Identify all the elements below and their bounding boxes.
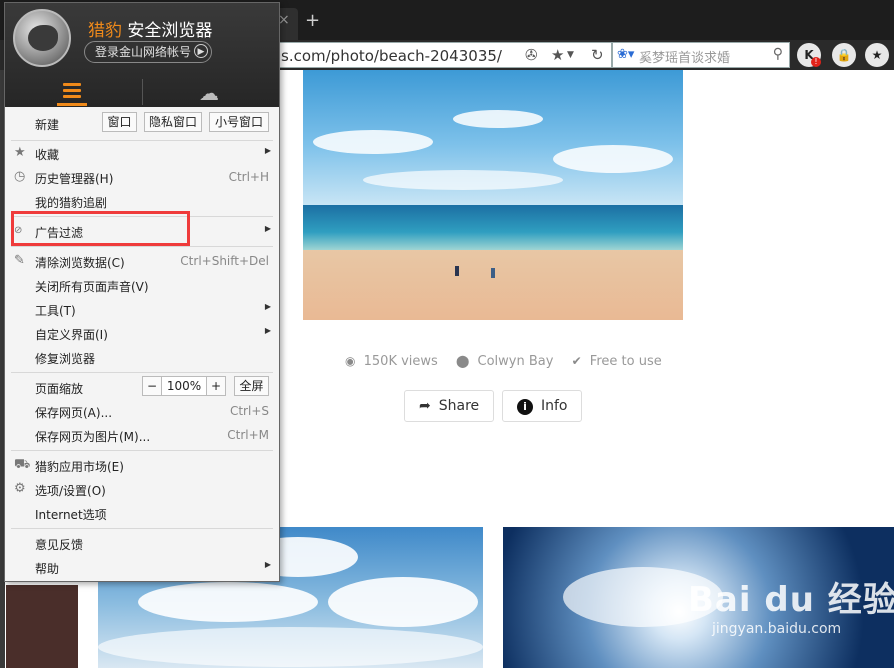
menu-item-clear-data[interactable]: ✎ 清除浏览数据(C) Ctrl+Shift+Del [5,249,279,273]
new-tab-button[interactable]: + [305,10,320,31]
menu-item-my-shows[interactable]: 我的猎豹追剧 [5,189,279,213]
cart-icon: ⛟ [14,457,31,472]
search-box[interactable]: ❀▾ 奚梦瑶首谈求婚 ⚲ [612,42,790,68]
menu-header: 猎豹 安全浏览器 登录金山网络帐号 ▶ ☁ [5,3,279,107]
location-text[interactable]: Colwyn Bay [478,354,554,369]
new-window-button[interactable]: 窗口 [102,112,137,132]
active-tab-indicator [57,103,87,106]
divider [142,79,143,105]
star-icon[interactable]: ★ [551,46,564,64]
menu-item-save-image[interactable]: 保存网页为图片(M)... Ctrl+M [5,423,279,447]
submenu-arrow-icon: ▶ [264,146,271,155]
menu-item-options[interactable]: ⚙ 选项/设置(O) [5,477,279,501]
fan-icon[interactable]: ✇ [525,46,538,64]
chevron-down-icon[interactable]: ▼ [567,50,574,60]
clock-icon: ◷ [14,169,26,184]
refresh-icon[interactable]: ↻ [591,46,604,64]
menu-item-feedback[interactable]: 意见反馈 [5,531,279,555]
login-button[interactable]: 登录金山网络帐号 ▶ [84,41,212,63]
baidu-paw-icon[interactable]: ❀▾ [617,47,634,62]
license-text[interactable]: Free to use [590,354,662,369]
menu-item-save-page[interactable]: 保存网页(A)... Ctrl+S [5,399,279,423]
broom-icon: ✎ [14,253,25,268]
views-count: 150K views [363,354,438,369]
zoom-in-button[interactable]: + [206,376,226,396]
browser-main-menu: 猎豹 安全浏览器 登录金山网络帐号 ▶ ☁ 新建 窗口 隐私窗口 小号窗口 ★ … [4,2,280,582]
divider [11,246,273,247]
submenu-arrow-icon: ▶ [264,302,271,311]
divider [11,528,273,529]
zoom-level: 100% [161,376,207,396]
menu-item-internet-options[interactable]: Internet选项 [5,501,279,525]
beach-photo[interactable] [303,70,683,320]
new-small-window-button[interactable]: 小号窗口 [209,112,269,132]
search-input[interactable]: 奚梦瑶首谈求婚 [639,47,730,66]
menu-item-mute-all[interactable]: 关闭所有页面声音(V) [5,273,279,297]
submenu-arrow-icon: ▶ [264,560,271,569]
brand-title: 猎豹 安全浏览器 [88,21,213,41]
watermark-text: Bai du 经验 [688,580,894,620]
info-button[interactable]: i Info [502,390,582,422]
check-circle-icon: ✔ [571,354,582,368]
info-icon: i [517,399,533,415]
cloud-upload-icon[interactable]: ☁ [199,81,219,105]
menu-item-app-market[interactable]: ⛟ 猎豹应用市场(E) [5,453,279,477]
submenu-arrow-icon: ▶ [264,224,271,233]
fullscreen-button[interactable]: 全屏 [234,376,269,396]
hamburger-menu-icon[interactable] [63,83,81,98]
divider [11,450,273,451]
highlight-annotation [11,211,190,246]
share-label: Share [438,398,480,414]
info-label: Info [541,398,568,414]
divider [11,372,273,373]
bookmark-star-icon[interactable]: ★ [865,43,889,67]
zoom-out-button[interactable]: − [142,376,162,396]
cheetah-logo-icon[interactable] [13,9,71,67]
search-icon[interactable]: ⚲ [773,46,783,62]
submenu-arrow-icon: ▶ [264,326,271,335]
menu-item-favorites[interactable]: ★ 收藏 ▶ [5,141,279,165]
lock-icon[interactable]: 🔒 [832,43,856,67]
watermark-url: jingyan.baidu.com [712,621,842,637]
share-icon: ➦ [419,398,431,414]
new-private-window-button[interactable]: 隐私窗口 [144,112,202,132]
notification-badge: ! [811,57,821,67]
menu-item-tools[interactable]: 工具(T) ▶ [5,297,279,321]
photo-meta: ◉ 150K views ⬤ Colwyn Bay ✔ Free to use [345,354,666,372]
menu-item-history[interactable]: ◷ 历史管理器(H) Ctrl+H [5,165,279,189]
share-button[interactable]: ➦ Share [404,390,494,422]
url-text[interactable]: s.com/photo/beach-2043035/ [281,47,502,65]
menu-item-repair[interactable]: 修复浏览器 [5,345,279,369]
menu-item-help[interactable]: 帮助 ▶ [5,555,279,579]
eye-icon: ◉ [345,354,356,368]
location-pin-icon: ⬤ [455,354,470,368]
star-icon: ★ [14,145,26,160]
gear-icon: ⚙ [14,481,26,496]
menu-item-customize[interactable]: 自定义界面(I) ▶ [5,321,279,345]
side-thumbnail [6,585,78,668]
baidu-watermark: Bai du 经验 jingyan.baidu.com [688,572,894,637]
arrow-right-icon: ▶ [194,44,208,58]
